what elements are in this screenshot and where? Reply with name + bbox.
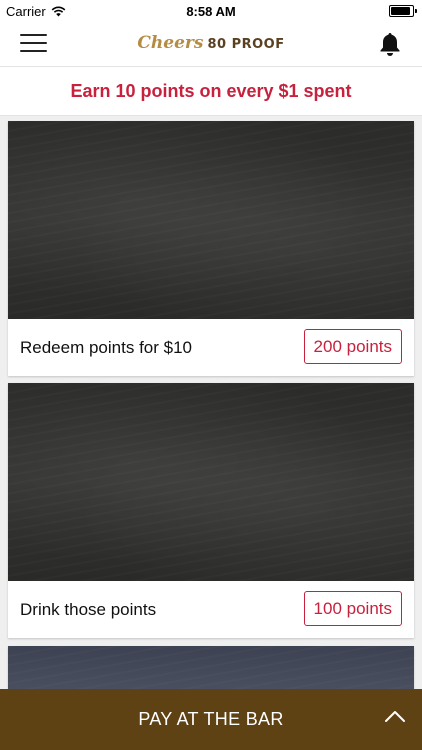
battery-level [391,7,410,15]
status-time: 8:58 AM [186,4,236,19]
reward-card-partial[interactable] [8,646,414,690]
reward-title: Drink those points [20,600,157,619]
brand-text: 80 PROOF [207,37,285,52]
reward-card-image [8,646,414,690]
nav-bar: Cheers 80 PROOF [0,22,422,66]
reward-card[interactable]: Drink those points 100 points [8,383,414,638]
pay-at-bar-button[interactable]: PAY AT THE BAR [0,689,422,750]
reward-card[interactable]: Redeem points for $10 200 points [8,121,414,376]
reward-card-footer: Drink those points 100 points [8,581,414,638]
reward-points-button[interactable]: 100 points [303,591,402,626]
battery-icon [389,5,417,17]
brand-logo: Cheers 80 PROOF [0,33,422,53]
reward-points-button[interactable]: 200 points [303,329,402,364]
reward-card-image [8,121,414,319]
pay-at-bar-label: PAY AT THE BAR [138,709,284,729]
promo-banner: Earn 10 points on every $1 spent [0,66,422,116]
bell-icon[interactable] [378,31,402,57]
chevron-up-icon[interactable] [384,709,406,723]
battery-nub [415,9,417,13]
reward-card-footer: Redeem points for $10 200 points [8,319,414,376]
reward-title: Redeem points for $10 [20,338,192,357]
brand-script: Cheers [137,33,204,53]
reward-card-image [8,383,414,581]
status-bar: Carrier 8:58 AM [0,0,422,22]
